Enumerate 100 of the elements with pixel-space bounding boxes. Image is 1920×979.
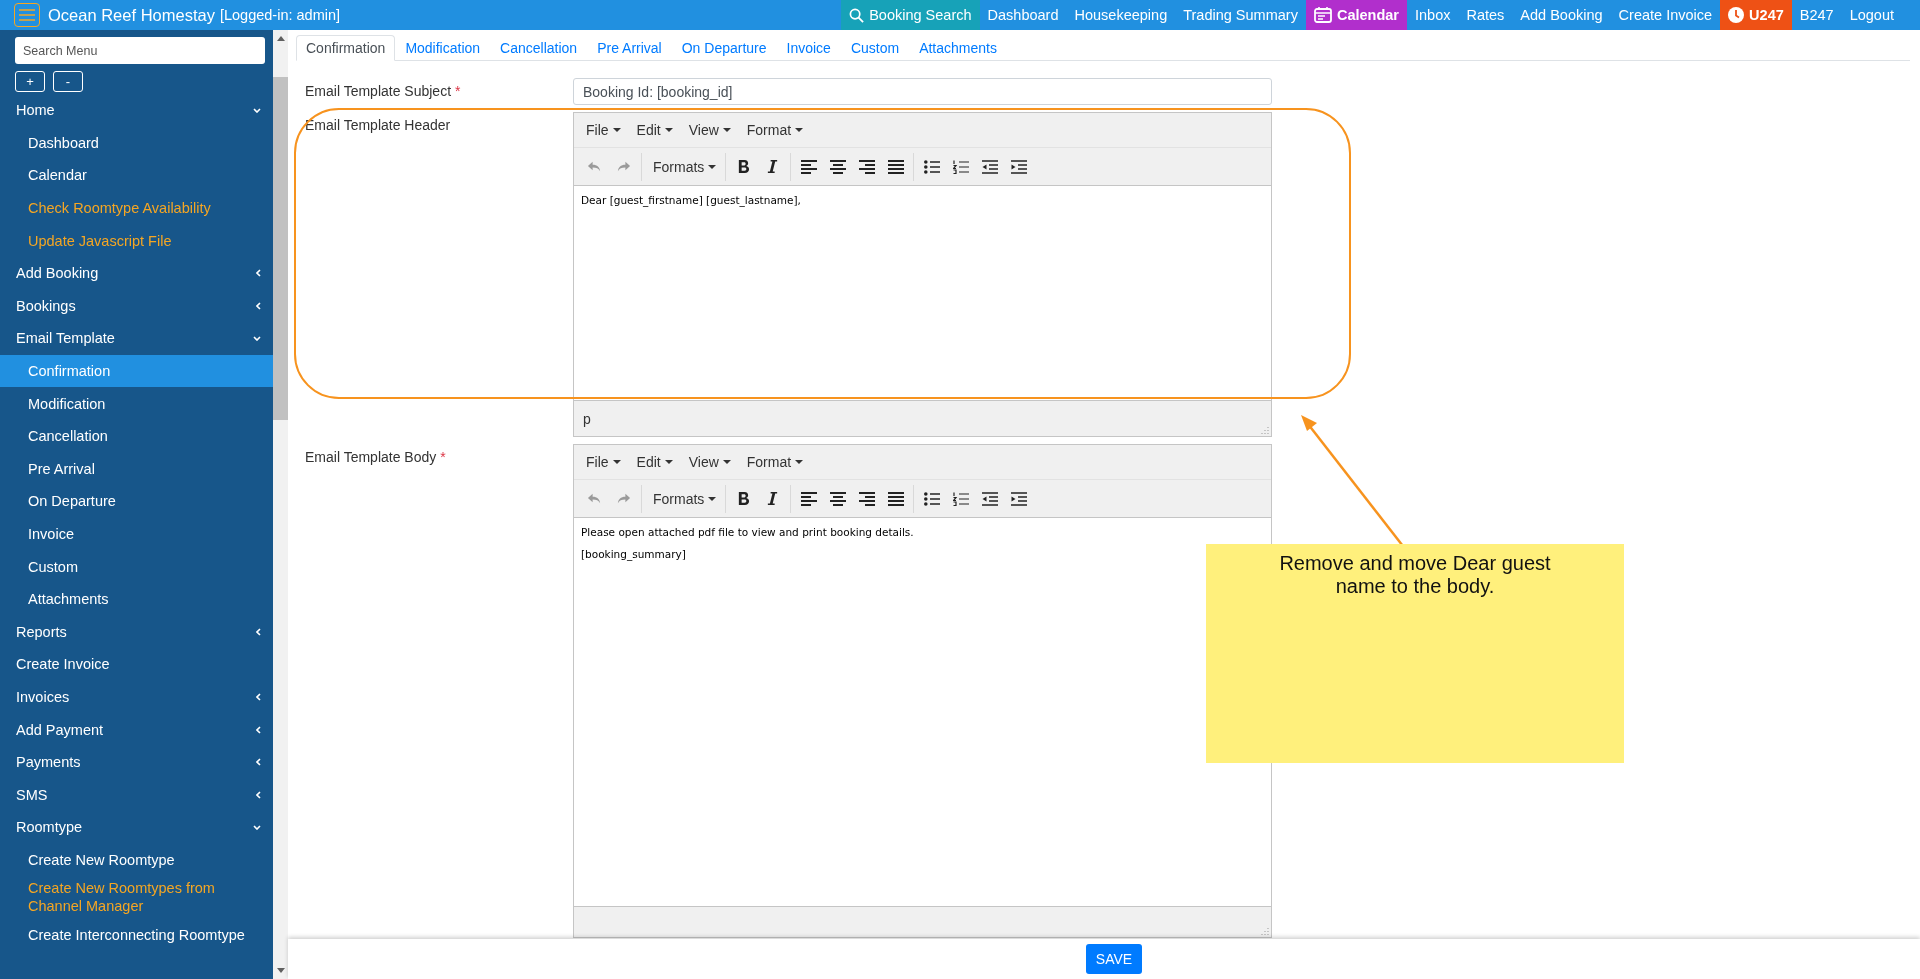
sidebar-item[interactable]: Dashboard <box>0 126 273 160</box>
bold-icon <box>737 491 751 506</box>
sidebar-item-label: Cancellation <box>28 427 108 446</box>
app-title: Ocean Reef Homestay <box>48 5 215 25</box>
collapse-all-button[interactable]: - <box>53 71 83 92</box>
justify-icon <box>887 159 904 174</box>
save-button[interactable]: SAVE <box>1085 944 1143 974</box>
expand-all-button[interactable]: + <box>15 71 45 92</box>
resize-grip-icon[interactable] <box>1261 927 1269 935</box>
scrollbar[interactable] <box>273 30 288 979</box>
sidebar-item[interactable]: Calendar <box>0 159 273 192</box>
sidebar-item[interactable]: Check Roomtype Availability <box>0 191 273 225</box>
nav-link[interactable]: Calendar <box>1305 0 1407 30</box>
sidebar-item[interactable]: Modification <box>0 387 273 420</box>
search-icon <box>849 7 865 23</box>
sidebar-item-label: Custom <box>28 557 78 576</box>
formats-dropdown[interactable]: Formats <box>645 484 723 513</box>
sidebar-item[interactable]: Add Booking <box>0 256 273 290</box>
tab[interactable]: Pre Arrival <box>587 35 672 61</box>
sidebar-item[interactable]: Roomtype <box>0 811 273 844</box>
resize-grip-icon[interactable] <box>1261 426 1269 434</box>
sidebar-item-label: Invoice <box>28 525 74 543</box>
tab[interactable]: Attachments <box>909 35 1007 61</box>
tab[interactable]: Invoice <box>776 35 841 61</box>
sidebar-item[interactable]: Payments <box>0 745 273 779</box>
menu-button[interactable]: View <box>680 450 739 474</box>
sidebar-item[interactable]: Pre Arrival <box>0 452 273 486</box>
caret-icon <box>664 128 673 132</box>
editor-text: Please open attached pdf file to view and print booking details. <box>581 526 914 538</box>
sidebar-item[interactable]: Add Payment <box>0 713 273 746</box>
scrollbar-thumb[interactable] <box>273 77 288 420</box>
field-label: Email Template Header <box>305 116 452 135</box>
sidebar-item[interactable]: Attachments <box>0 582 273 616</box>
sidebar-item-label: Confirmation <box>28 362 111 381</box>
align-right-icon <box>858 159 875 174</box>
tab[interactable]: Confirmation <box>296 35 396 61</box>
sidebar-item-label: Update Javascript File <box>28 231 172 250</box>
tab[interactable]: Custom <box>840 35 910 61</box>
note-text: Remove and move Dear guest name to the body. <box>1278 552 1552 598</box>
formats-dropdown[interactable]: Formats <box>645 152 723 181</box>
caret-icon <box>612 460 621 464</box>
caret-icon <box>612 128 621 132</box>
search-field[interactable]: Search Menu <box>15 37 265 64</box>
sidebar-item-label: Create Interconnecting Roomtype <box>28 925 245 944</box>
menu-button[interactable]: File <box>578 118 629 142</box>
align-center-icon <box>829 491 846 506</box>
numbered-list-icon <box>952 491 969 506</box>
sidebar-item[interactable]: Home <box>0 94 273 127</box>
caret-icon <box>664 460 673 464</box>
sidebar-item[interactable]: Reports <box>0 615 273 649</box>
menu-button[interactable]: Edit <box>628 118 681 142</box>
sidebar-item-label: On Departure <box>28 492 116 511</box>
sidebar-item-label: Modification <box>28 394 106 413</box>
sidebar-item[interactable]: Create Interconnecting Roomtype <box>0 918 273 951</box>
subject-field[interactable]: Booking Id: [booking_id] <box>573 78 1272 105</box>
align-left-icon <box>800 159 817 174</box>
sidebar-item[interactable]: SMS <box>0 778 273 812</box>
element-path: p <box>583 410 591 427</box>
editor-text: Dear [guest_firstname] [guest_lastname], <box>581 194 801 206</box>
sidebar-item-label: Pre Arrival <box>28 459 95 478</box>
sidebar-item-label: Calendar <box>28 166 87 185</box>
tab[interactable]: Cancellation <box>490 35 588 61</box>
sidebar-item[interactable]: Custom <box>0 550 273 583</box>
sidebar-item[interactable]: Create Invoice <box>0 648 273 681</box>
sidebar-item[interactable]: On Departure <box>0 485 273 518</box>
menu-button[interactable]: View <box>680 118 739 142</box>
italic-icon <box>766 159 780 174</box>
scroll-up-icon[interactable] <box>276 36 285 41</box>
tab[interactable]: On Departure <box>671 35 777 61</box>
sidebar-item-label: Attachments <box>28 590 109 609</box>
outdent-icon <box>981 159 998 174</box>
tab[interactable]: Modification <box>395 35 491 61</box>
sidebar-item[interactable]: Update Javascript File <box>0 224 273 257</box>
nav-link[interactable]: U247 <box>1720 0 1792 30</box>
login-status: [Logged-in: admin] <box>219 7 341 23</box>
caret-icon <box>708 164 717 169</box>
sidebar-item[interactable]: Invoice <box>0 517 273 551</box>
calendar-icon <box>1313 7 1332 23</box>
numbered-list-icon <box>952 159 969 174</box>
sidebar-item[interactable]: Email Template <box>0 322 273 355</box>
align-left-icon <box>800 491 817 506</box>
sidebar-item[interactable]: Cancellation <box>0 419 273 453</box>
sidebar-item[interactable]: Create New Roomtypes from Channel Manager <box>0 876 273 919</box>
sidebar-item[interactable]: Create New Roomtype <box>0 843 273 877</box>
menu-button[interactable]: Format <box>738 450 812 474</box>
field-label: Email Template Body * <box>305 448 447 467</box>
sidebar-item-label: Check Roomtype Availability <box>28 199 211 218</box>
scroll-down-icon[interactable] <box>276 968 285 973</box>
bold-icon <box>737 159 751 174</box>
justify-icon <box>887 491 904 506</box>
caret-icon <box>722 460 731 464</box>
menu-button[interactable]: Format <box>738 118 812 142</box>
menu-button[interactable]: File <box>578 450 629 474</box>
caret-icon <box>708 496 717 501</box>
sidebar-item[interactable]: Bookings <box>0 289 273 323</box>
menu-button[interactable]: Edit <box>628 450 681 474</box>
indent-icon <box>1010 159 1027 174</box>
bullet-list-icon <box>923 491 940 506</box>
align-right-icon <box>858 491 875 506</box>
sidebar-item[interactable]: Invoices <box>0 680 273 714</box>
